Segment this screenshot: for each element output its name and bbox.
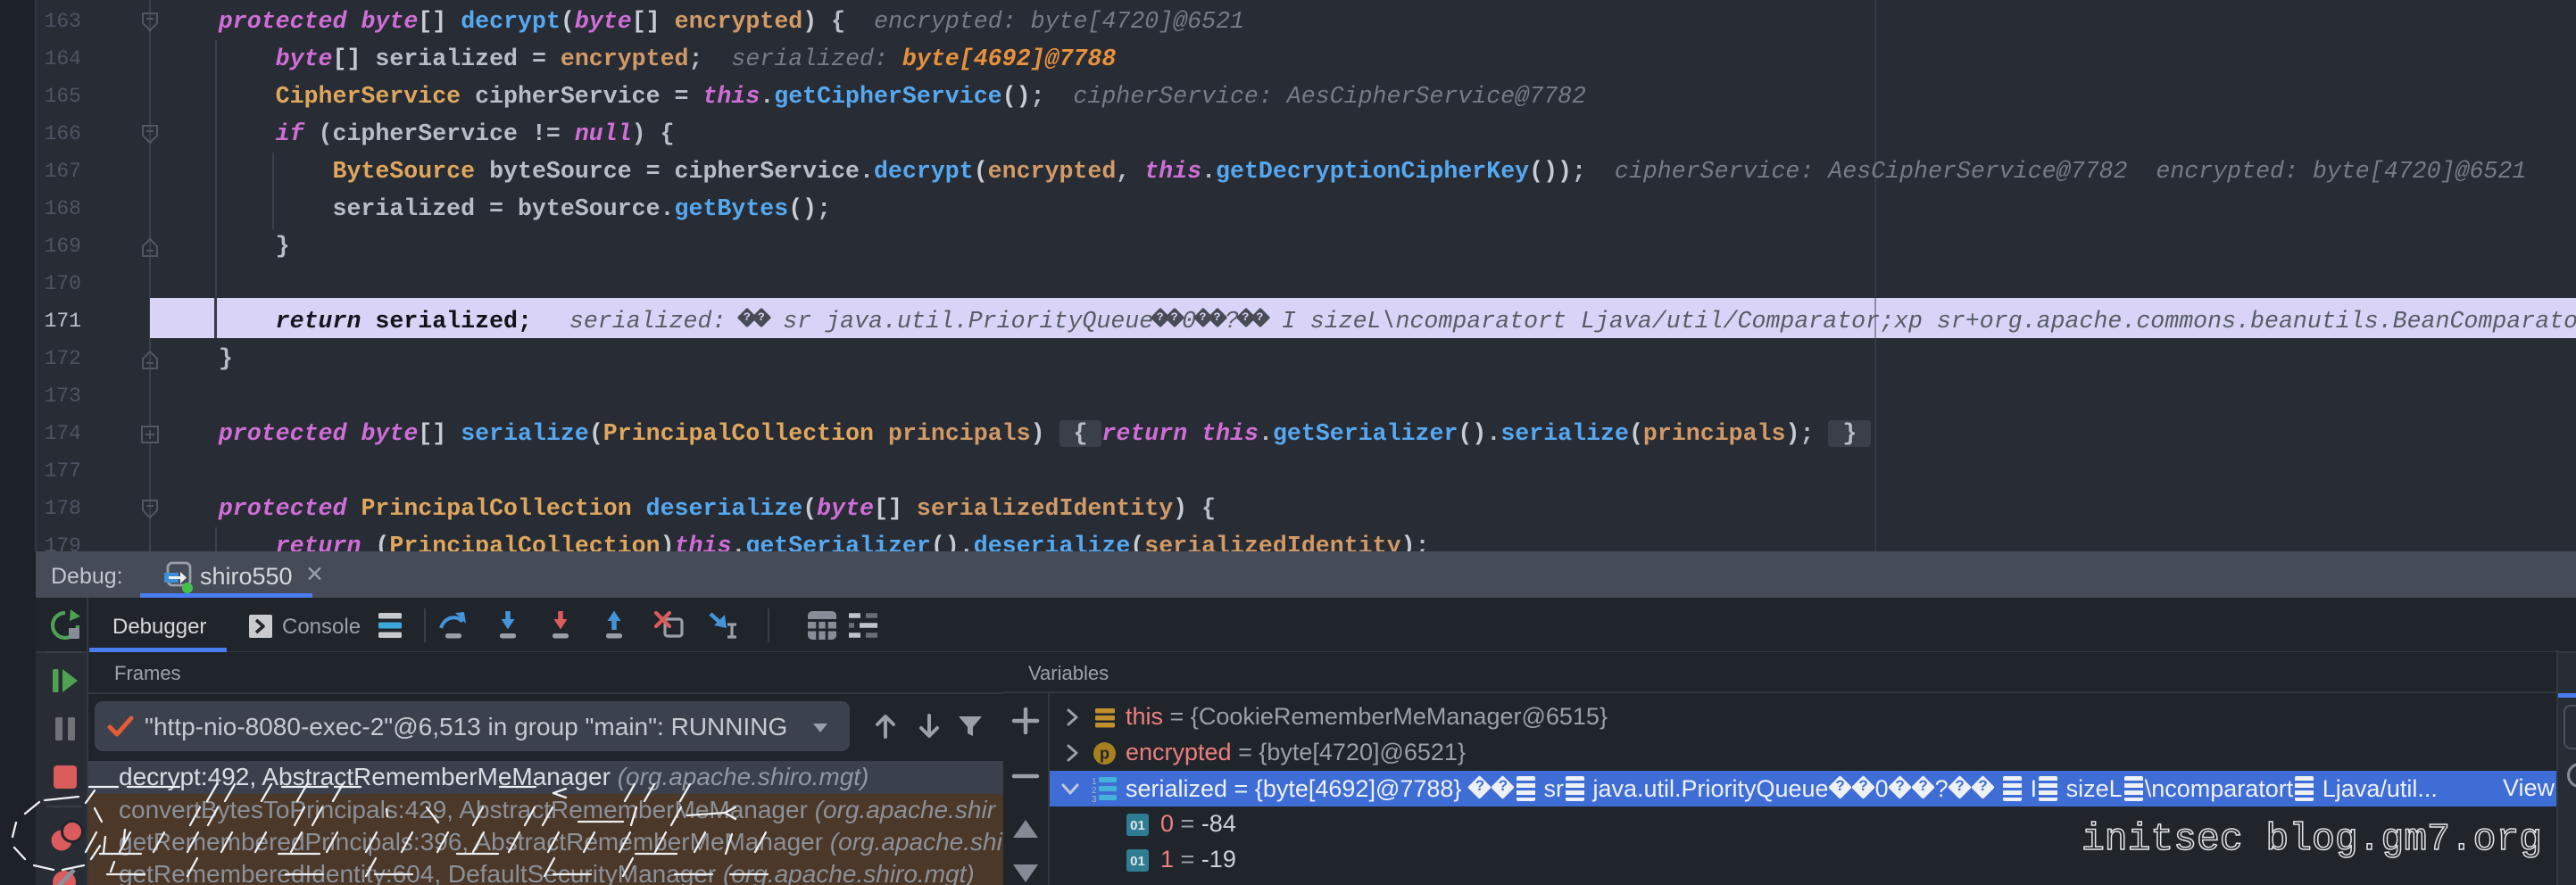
svg-text:3: 3 bbox=[1092, 795, 1097, 803]
svg-text:01: 01 bbox=[1130, 818, 1145, 833]
svg-text:p: p bbox=[1100, 745, 1109, 763]
svg-text:01: 01 bbox=[1130, 854, 1145, 869]
